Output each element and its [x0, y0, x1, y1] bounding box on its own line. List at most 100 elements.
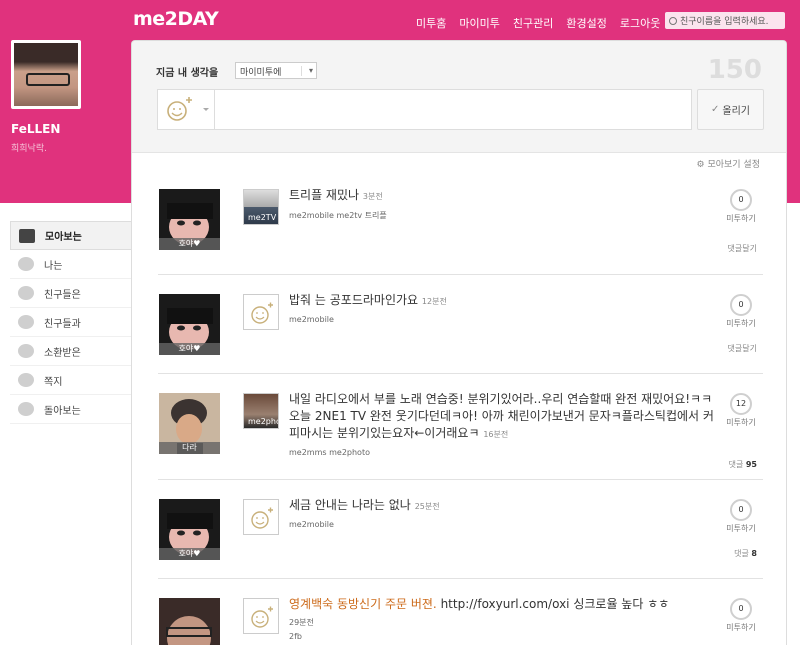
post-thumbnail[interactable]: me2pho [243, 393, 279, 429]
sidebar-item-lookback[interactable]: 돌아보는 [10, 395, 131, 424]
reply-link[interactable]: 댓글 95 [729, 459, 757, 470]
post-meta[interactable]: me2mobile [289, 315, 709, 324]
avatar-label: 호야♥ [159, 548, 220, 560]
reply-label: 댓글 [734, 549, 749, 558]
status-text-input[interactable] [214, 89, 692, 130]
top-nav: 미투홈 마이미투 친구관리 환경설정 로그아웃 [416, 15, 673, 31]
avatar[interactable]: 호야♥ [159, 189, 220, 250]
nav-my-me2[interactable]: 마이미투 [459, 15, 499, 31]
me2-button[interactable]: 0 미투하기 [721, 294, 761, 329]
post-meta[interactable]: 2fb [289, 632, 709, 641]
main-panel: 지금 내 생각을 마이미투에 ▾ 150 ✓ 올리기 ⚙ 모아보기 설정 호야♥ m… [131, 40, 787, 645]
post-body: 세금 안내는 나라는 없나 25분전 me2mobile [289, 497, 709, 529]
post-meta[interactable]: me2mms me2photo [289, 448, 714, 457]
avatar-label: 호야♥ [159, 238, 220, 250]
sidebar-item-label: 모아보는 [45, 232, 82, 243]
me2-button[interactable]: 0 미투하기 [721, 189, 761, 224]
avatar-label: 호야♥ [159, 343, 220, 355]
post-time[interactable]: 25분전 [415, 502, 440, 511]
post-text[interactable]: 밥줘 는 공포드라마인가요 [289, 293, 418, 307]
post-time[interactable]: 12분전 [422, 297, 447, 306]
post-message: 트리플 재밌나 3분전 [289, 187, 709, 205]
logo[interactable]: me2DAY [133, 8, 219, 30]
friends-icon [18, 286, 34, 300]
reply-label: 댓글달기 [727, 244, 757, 253]
sidebar: 모아보는 나는 친구들은 친구들과 소환받은 쪽지 돌아보는 [10, 221, 131, 424]
chat-icon [18, 315, 34, 329]
feed: 호야♥ me2TV 트리플 재밌나 3분전 me2mobile me2tv 트리… [158, 175, 763, 645]
sidebar-item-label: 돌아보는 [44, 405, 81, 417]
me2-button[interactable]: 12 미투하기 [721, 393, 761, 428]
check-icon: ✓ [711, 104, 720, 115]
post-meta[interactable]: me2mobile me2tv 트리플 [289, 210, 709, 221]
post-thumbnail[interactable]: me2TV [243, 189, 279, 225]
sidebar-item-collect[interactable]: 모아보는 [10, 221, 131, 250]
me2-label: 미투하기 [726, 623, 756, 632]
avatar[interactable]: 호야♥ [159, 499, 220, 560]
post-text[interactable]: 세금 안내는 나라는 없나 [289, 498, 411, 512]
avatar[interactable] [159, 598, 220, 645]
post-text[interactable]: http://foxyurl.com/oxi 싱크로율 높다 ㅎㅎ [441, 597, 670, 611]
collect-settings-link[interactable]: ⚙ 모아보기 설정 [697, 157, 760, 170]
post-text[interactable]: 트리플 재밌나 [289, 188, 359, 202]
reply-link[interactable]: 댓글달기 [728, 243, 757, 254]
sidebar-item-label: 나는 [44, 260, 63, 272]
me2-button[interactable]: 0 미투하기 [721, 598, 761, 633]
reply-count: 8 [751, 549, 757, 558]
post-meta[interactable]: me2mobile [289, 520, 709, 529]
profile-subtitle: 희희낙락. [11, 144, 47, 154]
note-icon [18, 373, 34, 387]
post-highlight-text[interactable]: 영계백숙 동방신기 주문 버젼. [289, 597, 437, 611]
scope-select[interactable]: 마이미투에 ▾ [235, 62, 317, 79]
me2-count: 0 [730, 499, 752, 521]
footprint-icon [18, 402, 34, 416]
smiley-plus-icon [167, 97, 209, 121]
list-item: 호야♥ 세금 안내는 나라는 없나 25분전 me2mobile 0 미투하기 댓… [158, 480, 763, 579]
sidebar-item-label: 친구들과 [44, 318, 81, 330]
list-item: 호야♥ 밥줘 는 공포드라마인가요 12분전 me2mobile 0 미투하기 댓… [158, 275, 763, 374]
list-item: 호야♥ me2TV 트리플 재밌나 3분전 me2mobile me2tv 트리… [158, 175, 763, 275]
post-time[interactable]: 16분전 [483, 430, 508, 439]
profile-photo[interactable] [11, 40, 81, 109]
emoticon-picker[interactable] [157, 89, 214, 130]
post-body: 내일 라디오에서 부를 노래 연습중! 분위기있어라..우리 연습할때 완전 재… [289, 391, 714, 457]
reply-link[interactable]: 댓글 8 [734, 548, 757, 559]
me2-count: 12 [730, 393, 752, 415]
me2-label: 미투하기 [726, 418, 756, 427]
sidebar-item-friends[interactable]: 친구들은 [10, 279, 131, 308]
sidebar-item-notes[interactable]: 쪽지 [10, 366, 131, 395]
post-button[interactable]: ✓ 올리기 [697, 89, 764, 130]
reply-label: 댓글 [728, 460, 744, 469]
post-message: 세금 안내는 나라는 없나 25분전 [289, 497, 709, 515]
nav-logout[interactable]: 로그아웃 [620, 15, 660, 31]
avatar-label: 다라 [159, 442, 220, 454]
sidebar-item-with-friends[interactable]: 친구들과 [10, 308, 131, 337]
smiley-icon [243, 598, 279, 634]
post-time[interactable]: 3분전 [363, 192, 383, 201]
me2-button[interactable]: 0 미투하기 [721, 499, 761, 534]
nav-settings[interactable]: 환경설정 [566, 15, 606, 31]
me2-count: 0 [730, 294, 752, 316]
me2-label: 미투하기 [726, 214, 756, 223]
reply-label: 댓글달기 [727, 344, 757, 353]
composer-label: 지금 내 생각을 [156, 68, 219, 79]
profile-name[interactable]: FeLLEN [11, 122, 60, 136]
composer: 지금 내 생각을 마이미투에 ▾ 150 ✓ 올리기 [132, 41, 786, 153]
post-time[interactable]: 29분전 [289, 617, 709, 628]
smiley-icon [243, 499, 279, 535]
sidebar-item-summoned[interactable]: 소환받은 [10, 337, 131, 366]
reply-count: 95 [745, 460, 757, 469]
post-body: 영계백숙 동방신기 주문 버젼. http://foxyurl.com/oxi … [289, 596, 709, 641]
avatar[interactable]: 다라 [159, 393, 220, 454]
top-bar: me2DAY 미투홈 마이미투 친구관리 환경설정 로그아웃 친구이름을 입력하… [0, 0, 800, 40]
chevron-down-icon: ▾ [301, 66, 313, 76]
friend-search-input[interactable]: 친구이름을 입력하세요. [665, 12, 785, 29]
sidebar-item-me[interactable]: 나는 [10, 250, 131, 279]
nav-friends[interactable]: 친구관리 [513, 15, 553, 31]
me2-label: 미투하기 [726, 319, 756, 328]
avatar[interactable]: 호야♥ [159, 294, 220, 355]
reply-link[interactable]: 댓글달기 [728, 343, 757, 354]
nav-home[interactable]: 미투홈 [416, 15, 446, 31]
scope-value: 마이미투에 [240, 68, 282, 78]
avatar-image [159, 598, 220, 645]
